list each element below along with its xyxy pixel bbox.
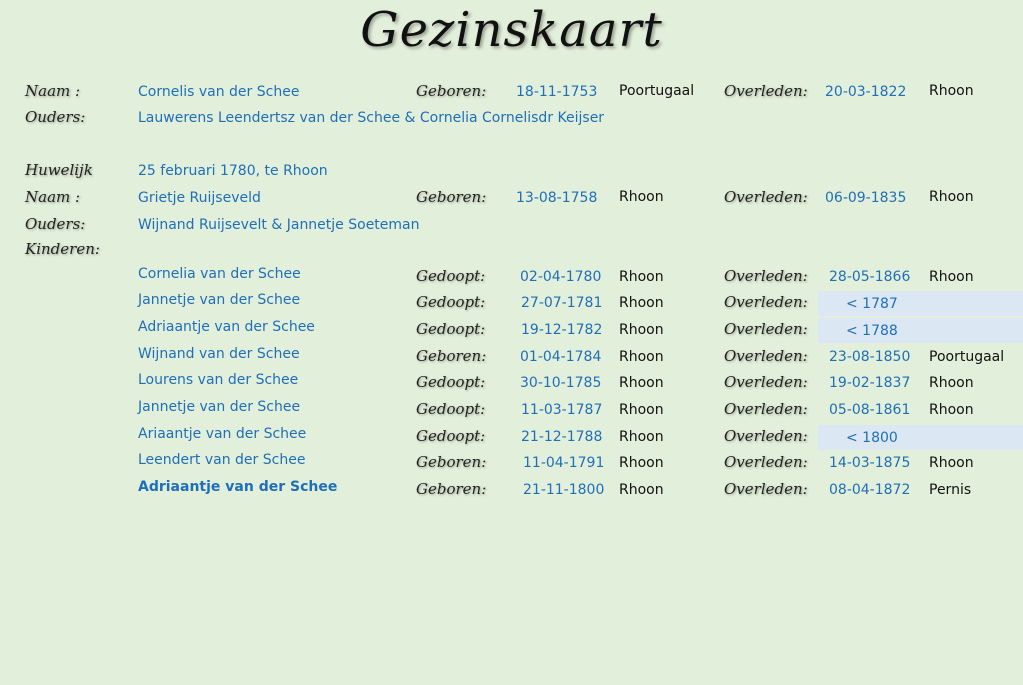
child-name: Cornelia van der Schee: [138, 266, 301, 282]
child-event-label: Geboren:: [416, 347, 487, 365]
child-death-date: 05-08-1861: [829, 402, 911, 418]
child-name: Jannetje van der Schee: [138, 399, 301, 415]
wife-birth-place: Rhoon: [619, 189, 664, 205]
child-death-place: Rhoon: [929, 375, 974, 391]
child-date: 01-04-1784: [520, 349, 602, 365]
overleden-label: Overleden:: [724, 427, 808, 445]
wife-death-place: Rhoon: [929, 189, 974, 205]
child-name: Adriaantje van der Schee: [138, 319, 315, 335]
child-place: Rhoon: [619, 269, 664, 285]
child-death-date: < 1788: [846, 323, 898, 339]
child-place: Rhoon: [619, 429, 664, 445]
ouders-label: Ouders:: [25, 108, 86, 126]
child-event-label: Gedoopt:: [416, 427, 486, 445]
child-event-label: Geboren:: [416, 453, 487, 471]
child-name: Ariaantje van der Schee: [138, 426, 307, 442]
overleden-label: Overleden:: [724, 453, 808, 471]
child-event-label: Geboren:: [416, 480, 487, 498]
child-death-place: Rhoon: [929, 455, 974, 471]
child-event-label: Gedoopt:: [416, 267, 486, 285]
child-date: 21-12-1788: [521, 429, 603, 445]
child-name: Leendert van der Schee: [138, 452, 306, 468]
overleden-label: Overleden:: [724, 480, 808, 498]
page-title: Gezinskaart: [360, 2, 663, 58]
marriage-info: 25 februari 1780, te Rhoon: [138, 163, 328, 179]
child-name: Wijnand van der Schee: [138, 346, 300, 362]
child-name: Adriaantje van der Schee: [138, 479, 338, 495]
child-death-place: Poortugaal: [929, 349, 1005, 365]
husband-birth-place: Poortugaal: [619, 83, 695, 99]
overleden-label: Overleden:: [724, 320, 808, 338]
child-date: 30-10-1785: [520, 375, 602, 391]
husband-death-place: Rhoon: [929, 83, 974, 99]
wife-death-date: 06-09-1835: [825, 190, 907, 206]
ouders-label: Ouders:: [25, 215, 86, 233]
child-place: Rhoon: [619, 482, 664, 498]
child-date: 27-07-1781: [521, 295, 603, 311]
wife-birth-date: 13-08-1758: [516, 190, 598, 206]
overleden-label: Overleden:: [724, 267, 808, 285]
overleden-label: Overleden:: [724, 293, 808, 311]
child-death-date: 19-02-1837: [829, 375, 911, 391]
huwelijk-label: Huwelijk: [25, 161, 93, 179]
child-death-date: < 1787: [846, 296, 898, 312]
child-place: Rhoon: [619, 375, 664, 391]
overleden-label: Overleden:: [724, 400, 808, 418]
child-event-label: Gedoopt:: [416, 320, 486, 338]
child-place: Rhoon: [619, 402, 664, 418]
child-date: 19-12-1782: [521, 322, 603, 338]
child-date: 11-03-1787: [521, 402, 603, 418]
overleden-label: Overleden:: [724, 82, 808, 100]
naam-label: Naam :: [25, 188, 81, 206]
naam-label: Naam :: [25, 82, 81, 100]
child-death-place: Rhoon: [929, 269, 974, 285]
child-name: Lourens van der Schee: [138, 372, 299, 388]
child-death-date: 23-08-1850: [829, 349, 911, 365]
child-place: Rhoon: [619, 322, 664, 338]
child-event-label: Gedoopt:: [416, 373, 486, 391]
child-event-label: Gedoopt:: [416, 293, 486, 311]
husband-name: Cornelis van der Schee: [138, 84, 300, 100]
geboren-label: Geboren:: [416, 188, 487, 206]
geboren-label: Geboren:: [416, 82, 487, 100]
husband-parents: Lauwerens Leendertsz van der Schee & Cor…: [138, 110, 605, 126]
child-death-date: 14-03-1875: [829, 455, 911, 471]
child-death-date: 28-05-1866: [829, 269, 911, 285]
child-death-date: 08-04-1872: [829, 482, 911, 498]
kinderen-label: Kinderen:: [25, 240, 100, 258]
husband-birth-date: 18-11-1753: [516, 84, 598, 100]
child-place: Rhoon: [619, 455, 664, 471]
overleden-label: Overleden:: [724, 188, 808, 206]
child-place: Rhoon: [619, 349, 664, 365]
wife-parents: Wijnand Ruijsevelt & Jannetje Soeteman: [138, 217, 420, 233]
overleden-label: Overleden:: [724, 373, 808, 391]
wife-name: Grietje Ruijseveld: [138, 190, 261, 206]
overleden-label: Overleden:: [724, 347, 808, 365]
child-death-place: Rhoon: [929, 402, 974, 418]
child-date: 02-04-1780: [520, 269, 602, 285]
child-death-place: Pernis: [929, 482, 972, 498]
child-place: Rhoon: [619, 295, 664, 311]
husband-death-date: 20-03-1822: [825, 84, 907, 100]
child-date: 21-11-1800: [523, 482, 605, 498]
child-date: 11-04-1791: [523, 455, 605, 471]
child-name: Jannetje van der Schee: [138, 292, 301, 308]
child-event-label: Gedoopt:: [416, 400, 486, 418]
child-death-date: < 1800: [846, 430, 898, 446]
